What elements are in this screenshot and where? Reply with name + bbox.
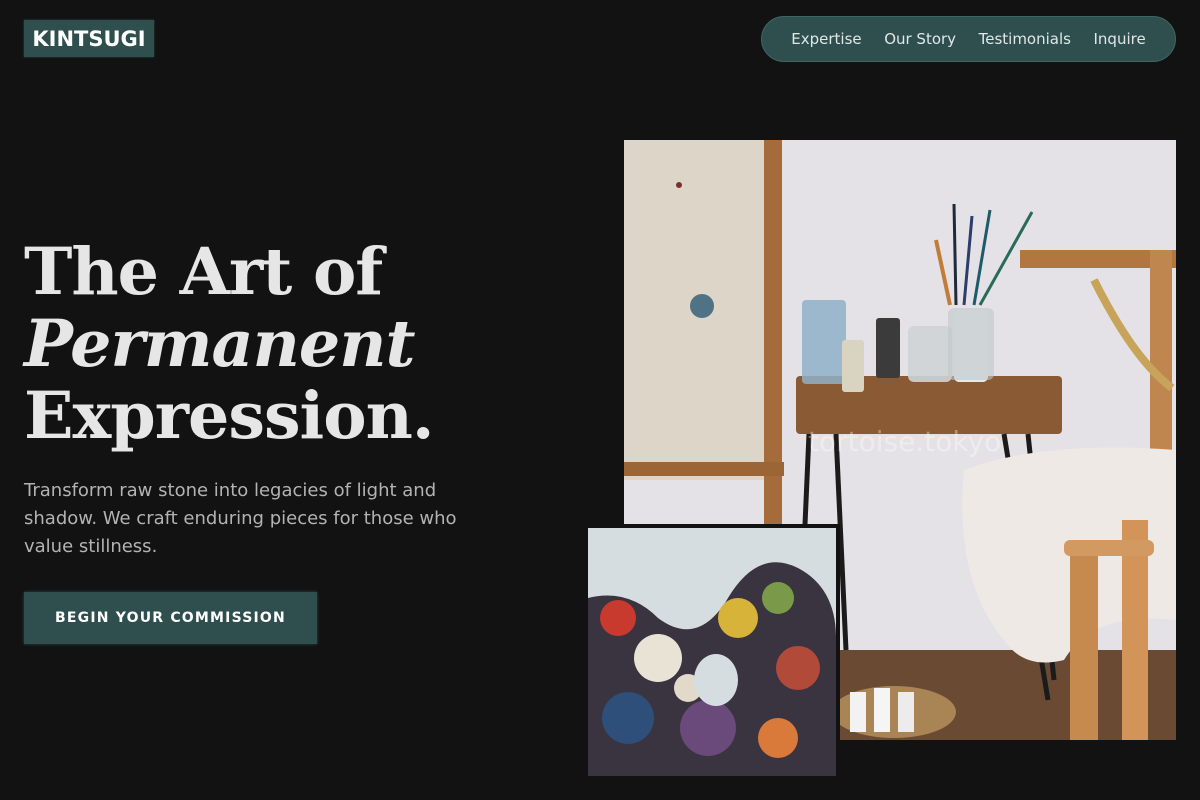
hero-title-line-2: Permanent: [24, 306, 416, 382]
nav-item-inquire[interactable]: Inquire: [1094, 30, 1146, 48]
palette-photo: [584, 524, 840, 780]
image-watermark: tortoise.tokyo: [808, 425, 1002, 458]
paint-palette-icon: [588, 528, 836, 776]
nav-item-our-story[interactable]: Our Story: [884, 30, 956, 48]
hero-title-line-1: The Art of: [24, 234, 383, 310]
hero-title: The Art of Permanent Expression.: [24, 234, 434, 454]
nav-item-expertise[interactable]: Expertise: [791, 30, 861, 48]
nav-item-testimonials[interactable]: Testimonials: [979, 30, 1071, 48]
begin-commission-button[interactable]: BEGIN YOUR COMMISSION: [24, 592, 317, 644]
main-nav: Expertise Our Story Testimonials Inquire: [761, 16, 1176, 62]
hero-title-line-3: Expression.: [24, 378, 434, 454]
hero-subtitle: Transform raw stone into legacies of lig…: [24, 480, 457, 557]
brand-logo[interactable]: KINTSUGI: [24, 20, 154, 57]
